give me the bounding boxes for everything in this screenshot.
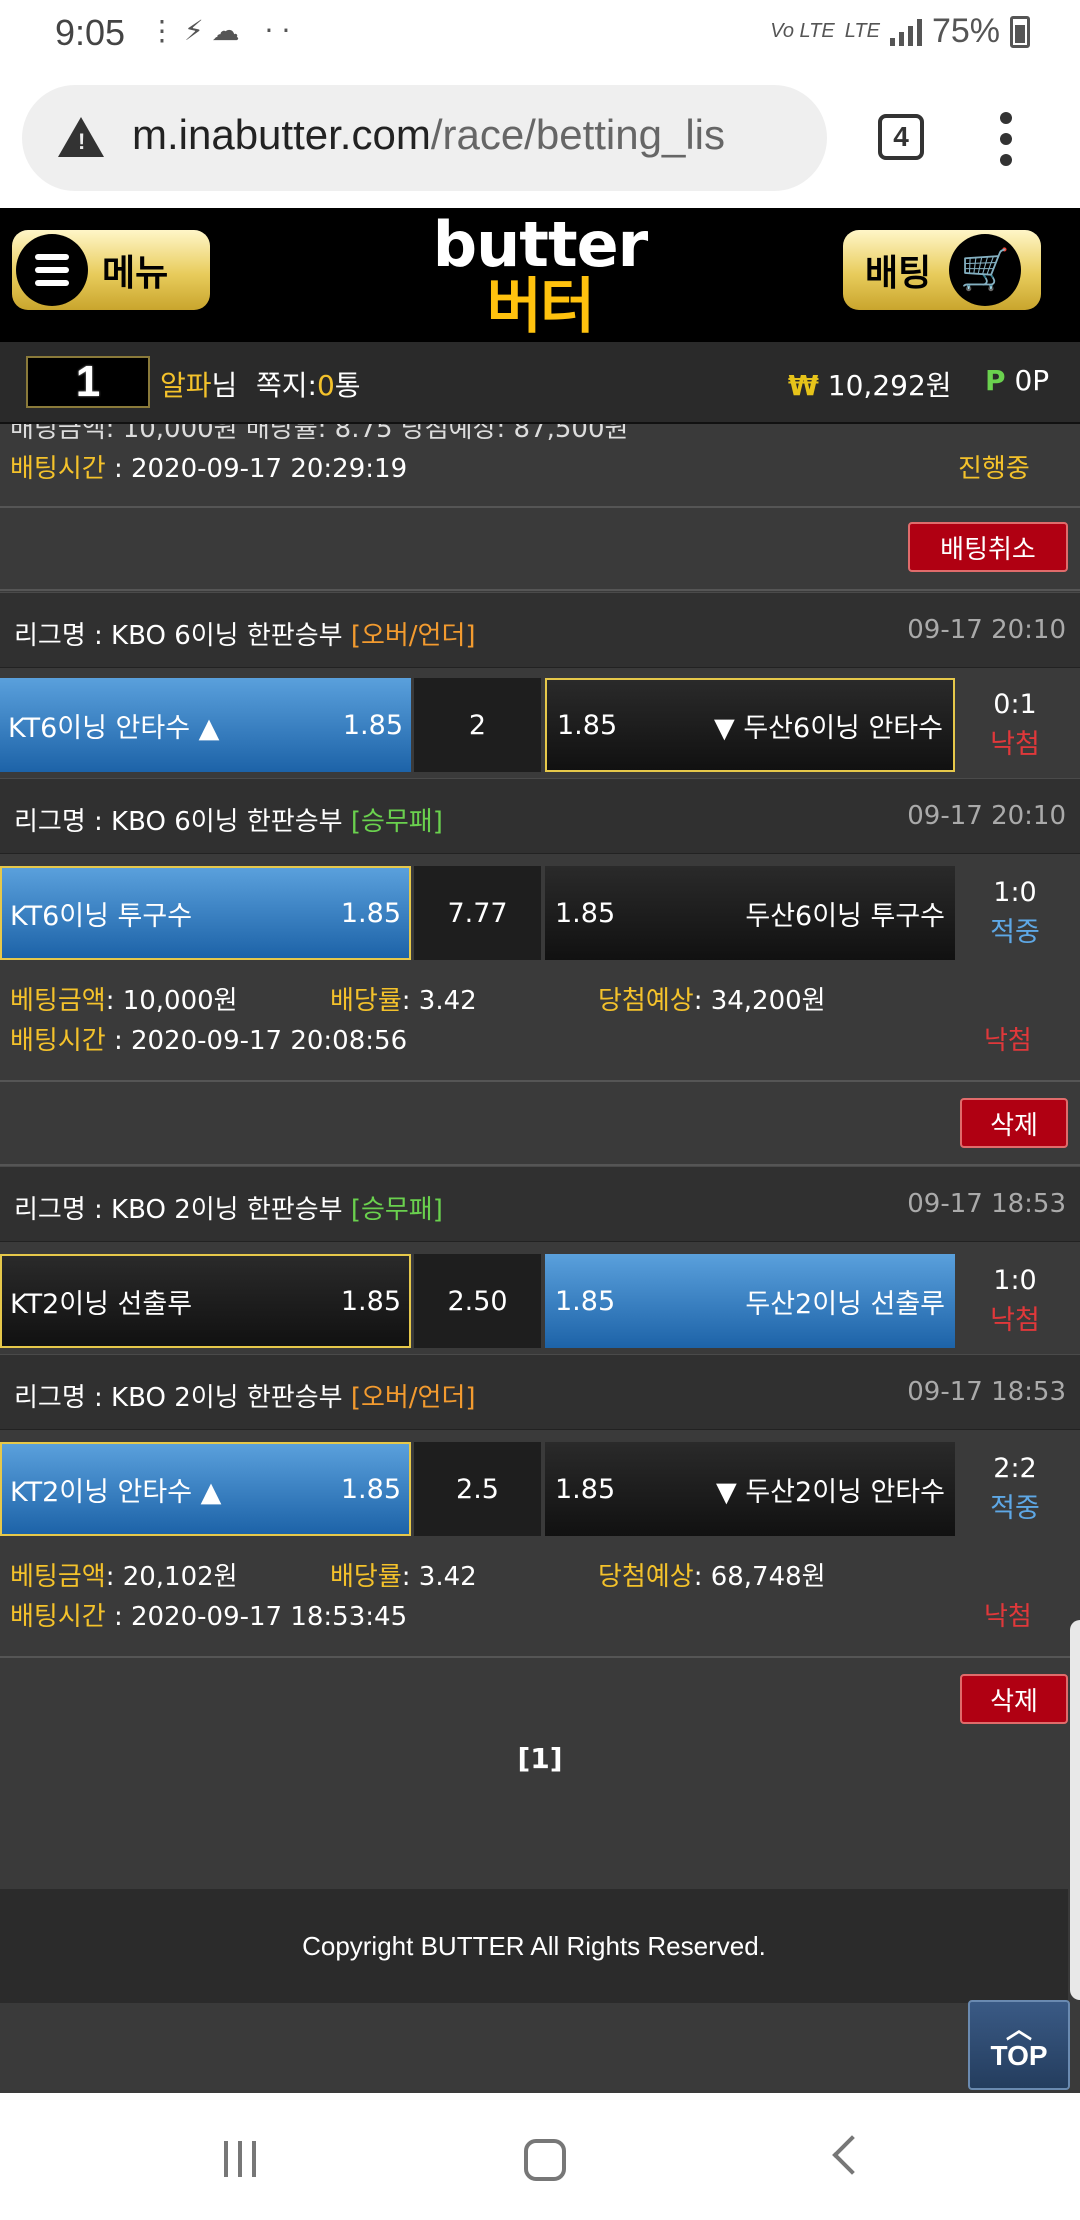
back-icon[interactable] <box>832 2135 872 2175</box>
bet-status: 낙첨 <box>984 1026 1032 1056</box>
messages-link[interactable]: 쪽지:0통 <box>256 364 361 404</box>
url-text[interactable]: m.inabutter.com/race/betting_lis <box>132 111 817 159</box>
league-header: 리그명 : KBO 2이닝 한판승부 [오버/언더] 09-17 18:53 <box>0 1354 1080 1430</box>
match-row: KT2이닝 안타수 ▲ 1.85 2.5 1.85 ▼ 두산2이닝 안타수 2:2 적… <box>0 1442 1080 1536</box>
chevron-up-icon: ︿ <box>1005 2014 1032 2044</box>
away-pick[interactable]: 1.85 ▼ 두산2이닝 안타수 <box>545 1442 955 1536</box>
bet-status: 진행중 <box>958 454 1030 484</box>
home-icon[interactable] <box>524 2139 566 2181</box>
notification-icons: ⋮⚡☁ ·· <box>148 14 299 47</box>
user-info-bar: 1 알파님 쪽지:0통 ₩ 10,292원 P 0P <box>0 342 1080 424</box>
expected-win: 당첨예상: 68,748원 <box>598 1562 826 1592</box>
scrollbar[interactable] <box>1070 1620 1080 2000</box>
home-pick[interactable]: KT6이닝 투구수 1.85 <box>0 866 411 960</box>
match-result: 1:0 낙첨 <box>990 1265 1040 1336</box>
league-header: 리그명 : KBO 6이닝 한판승부 [오버/언더] 09-17 20:10 <box>0 592 1080 668</box>
draw-odds: 7.77 <box>414 866 541 960</box>
balance: ₩ 10,292원 <box>788 369 952 402</box>
draw-odds: 2.50 <box>414 1254 541 1348</box>
scroll-to-top-button[interactable]: ︿ TOP <box>968 2000 1070 2090</box>
browser-menu-icon[interactable] <box>998 112 1014 168</box>
expected-win: 당첨예상: 34,200원 <box>598 986 826 1016</box>
footer-spacer <box>0 2003 1080 2093</box>
hamburger-icon <box>16 234 88 306</box>
bet-amount: 베팅금액: 10,000원 <box>10 986 238 1016</box>
betting-list: 배팅금액: 10,000원 배당률: 8.75 당첨예상: 87,500원 배팅… <box>0 424 1080 1889</box>
league-header: 리그명 : KBO 2이닝 한판승부 [승무패] 09-17 18:53 <box>0 1166 1080 1242</box>
level-badge: 1 <box>26 356 150 408</box>
bet-time: 배팅시간 : 2020-09-17 20:29:19 <box>10 454 408 484</box>
home-pick[interactable]: KT2이닝 선출루 1.85 <box>0 1254 411 1348</box>
away-pick[interactable]: 1.85 두산2이닝 선출루 <box>545 1254 955 1348</box>
match-result: 0:1 낙첨 <box>990 689 1040 760</box>
bet-rate: 배당률: 3.42 <box>330 1562 477 1592</box>
cart-icon: 🛒 <box>949 234 1022 306</box>
divider <box>0 506 1080 508</box>
match-row: KT6이닝 안타수 ▲ 1.85 2 1.85 ▼ 두산6이닝 안타수 0:1 낙첨 <box>0 678 1080 772</box>
betting-label: 배팅 <box>865 253 932 294</box>
battery-percent: 75% <box>931 12 1000 50</box>
menu-button[interactable]: 메뉴 <box>12 230 210 310</box>
divider <box>0 1656 1080 1658</box>
not-secure-warning-icon[interactable]: ! <box>58 117 104 157</box>
status-bar: 9:05 ⋮⚡☁ ·· Vo LTE LTE 75% <box>0 0 1080 72</box>
bet-time: 배팅시간 : 2020-09-17 20:08:56 <box>10 1026 408 1056</box>
bet-status: 낙첨 <box>984 1602 1032 1632</box>
home-pick[interactable]: KT2이닝 안타수 ▲ 1.85 <box>0 1442 411 1536</box>
point-icon: P <box>985 364 1006 397</box>
match-row: KT2이닝 선출루 1.85 2.50 1.85 두산2이닝 선출루 1:0 낙첨 <box>0 1254 1080 1348</box>
match-row: KT6이닝 투구수 1.85 7.77 1.85 두산6이닝 투구수 1:0 적중 <box>0 866 1080 960</box>
menu-label: 메뉴 <box>102 253 169 294</box>
bet-summary-partial: 배팅금액: 10,000원 배당률: 8.75 당첨예상: 87,500원 <box>10 424 629 444</box>
recent-apps-icon[interactable] <box>224 2141 256 2177</box>
pagination-current[interactable]: [1] <box>0 1742 1080 1775</box>
points: P 0P <box>985 364 1050 397</box>
away-pick[interactable]: 1.85 ▼ 두산6이닝 안타수 <box>545 678 955 772</box>
status-time: 9:05 <box>55 12 126 53</box>
site-logo[interactable]: butter 버터 <box>420 214 660 339</box>
footer: Copyright BUTTER All Rights Reserved. <box>0 1889 1068 2003</box>
delete-button[interactable]: 삭제 <box>960 1098 1068 1148</box>
android-nav-bar <box>0 2093 1080 2220</box>
match-result: 1:0 적중 <box>990 877 1040 948</box>
match-result: 2:2 적중 <box>990 1453 1040 1524</box>
site-header: 메뉴 butter 버터 배팅 🛒 <box>0 208 1080 342</box>
delete-button[interactable]: 삭제 <box>960 1674 1068 1724</box>
bet-time: 배팅시간 : 2020-09-17 18:53:45 <box>10 1602 408 1632</box>
copyright: Copyright BUTTER All Rights Reserved. <box>302 1930 766 1961</box>
bet-amount: 베팅금액: 20,102원 <box>10 1562 238 1592</box>
won-icon: ₩ <box>788 369 819 402</box>
signal-icon <box>889 18 922 46</box>
handicap-value: 2.5 <box>414 1442 541 1536</box>
lte-icon: LTE <box>844 20 880 42</box>
home-pick[interactable]: KT6이닝 안타수 ▲ 1.85 <box>0 678 411 772</box>
status-right: Vo LTE LTE 75% <box>770 12 1030 51</box>
browser-toolbar: ! m.inabutter.com/race/betting_lis 4 <box>0 72 1080 208</box>
username[interactable]: 알파님 <box>160 364 237 404</box>
betting-cart-button[interactable]: 배팅 🛒 <box>843 230 1041 310</box>
divider <box>0 589 1080 591</box>
battery-icon <box>1010 15 1030 48</box>
address-bar[interactable]: ! m.inabutter.com/race/betting_lis <box>22 85 827 191</box>
cancel-bet-button[interactable]: 배팅취소 <box>908 522 1068 572</box>
tab-switcher-icon[interactable]: 4 <box>878 114 924 160</box>
handicap-value: 2 <box>414 678 541 772</box>
divider <box>0 1080 1080 1082</box>
league-header: 리그명 : KBO 6이닝 한판승부 [승무패] 09-17 20:10 <box>0 778 1080 854</box>
away-pick[interactable]: 1.85 두산6이닝 투구수 <box>545 866 955 960</box>
volte-icon: Vo LTE <box>770 20 835 42</box>
bet-rate: 배당률: 3.42 <box>330 986 477 1016</box>
